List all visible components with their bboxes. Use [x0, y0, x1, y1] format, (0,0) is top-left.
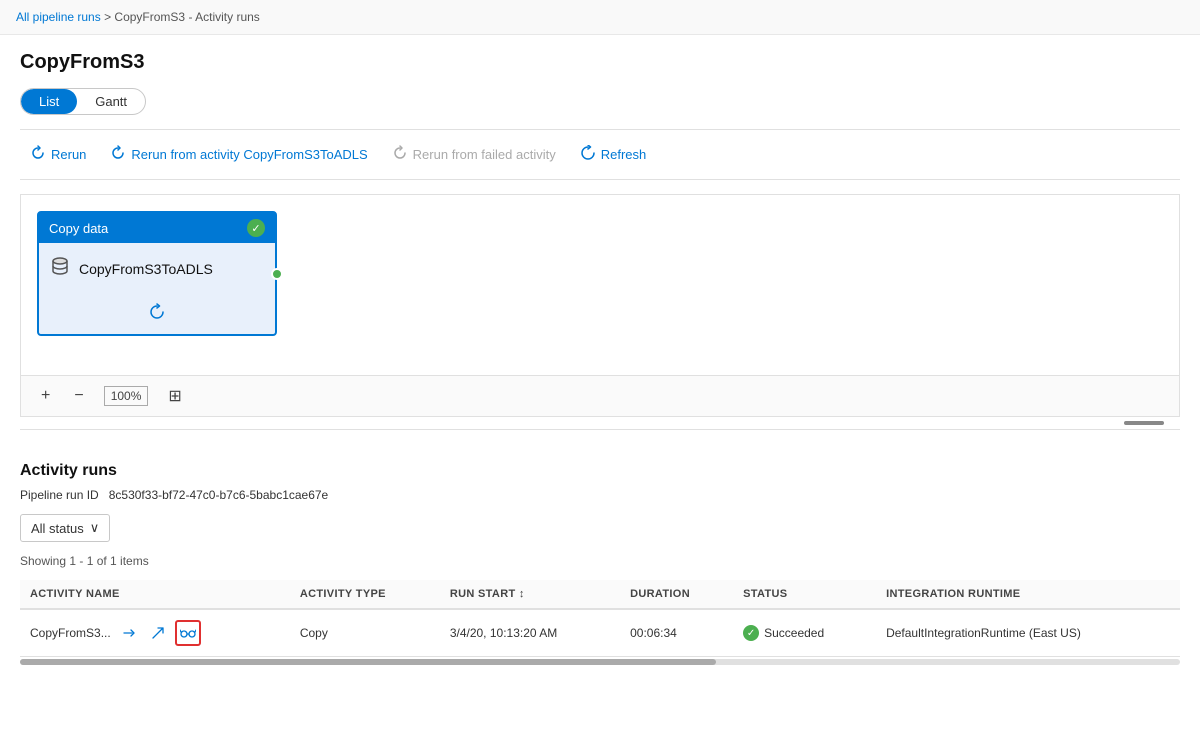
main-content: CopyFromS3 List Gantt Rerun Rerun from a: [0, 35, 1200, 446]
cell-status: ✓ Succeeded: [733, 609, 876, 657]
breadcrumb-separator: >: [104, 10, 111, 24]
table-row: CopyFromS3...: [20, 609, 1180, 657]
rerun-from-label: Rerun from activity CopyFromS3ToADLS: [131, 147, 367, 162]
rerun-from-button[interactable]: Rerun from activity CopyFromS3ToADLS: [100, 140, 377, 169]
fit-button[interactable]: ⊞: [164, 384, 185, 408]
breadcrumb-link[interactable]: All pipeline runs: [16, 10, 101, 24]
connector-dot: [271, 268, 283, 280]
rerun-label: Rerun: [51, 147, 86, 162]
cell-integration-runtime: DefaultIntegrationRuntime (East US): [876, 609, 1180, 657]
view-details-button[interactable]: [175, 620, 201, 646]
expand-button[interactable]: [115, 620, 141, 646]
rerun-icon: [30, 145, 46, 164]
open-button[interactable]: [145, 620, 171, 646]
rerun-from-icon: [110, 145, 126, 164]
rerun-failed-label: Rerun from failed activity: [413, 147, 556, 162]
row-actions: CopyFromS3...: [30, 620, 280, 646]
col-run-start: RUN START ↕: [440, 580, 620, 609]
zoom-100-button[interactable]: 100%: [104, 386, 149, 406]
canvas-inner: Copy data ✓ CopyFromS3ToADLS: [21, 195, 1179, 375]
cell-activity-name: CopyFromS3...: [20, 609, 290, 657]
pipeline-run-id-row: Pipeline run ID 8c530f33-bf72-47c0-b7c6-…: [20, 488, 1180, 502]
zoom-in-button[interactable]: +: [37, 385, 54, 407]
gantt-view-button[interactable]: Gantt: [77, 89, 145, 114]
status-success-icon: ✓: [743, 625, 759, 641]
collapse-handle[interactable]: [1124, 421, 1164, 425]
cell-duration: 00:06:34: [620, 609, 733, 657]
cell-run-start: 3/4/20, 10:13:20 AM: [440, 609, 620, 657]
col-activity-name: ACTIVITY NAME: [20, 580, 290, 609]
rerun-button[interactable]: Rerun: [20, 140, 96, 169]
showing-count: Showing 1 - 1 of 1 items: [20, 550, 1180, 572]
activity-node-body: CopyFromS3ToADLS: [39, 243, 275, 295]
activity-runs-table: ACTIVITY NAME ACTIVITY TYPE RUN START ↕ …: [20, 580, 1180, 657]
refresh-label: Refresh: [601, 147, 647, 162]
sort-icon[interactable]: ↕: [519, 588, 525, 600]
chevron-down-icon: ∨: [90, 520, 100, 536]
horizontal-scrollbar[interactable]: [20, 659, 1180, 665]
activity-name-label: CopyFromS3ToADLS: [79, 261, 213, 277]
pipeline-run-id-label: Pipeline run ID: [20, 488, 99, 502]
rerun-failed-icon: [392, 145, 408, 164]
col-duration: DURATION: [620, 580, 733, 609]
toolbar: Rerun Rerun from activity CopyFromS3ToAD…: [20, 129, 1180, 180]
cell-activity-type: Copy: [290, 609, 440, 657]
status-filter-dropdown[interactable]: All status ∨: [20, 514, 110, 542]
canvas-controls: + − 100% ⊞: [21, 375, 1179, 416]
scrollbar-thumb[interactable]: [20, 659, 716, 665]
pipeline-canvas[interactable]: Copy data ✓ CopyFromS3ToADLS: [20, 194, 1180, 417]
rerun-failed-button[interactable]: Rerun from failed activity: [382, 140, 566, 169]
refresh-button[interactable]: Refresh: [570, 140, 657, 169]
page-title: CopyFromS3: [20, 51, 1180, 74]
activity-runs-section: Activity runs Pipeline run ID 8c530f33-b…: [0, 446, 1200, 665]
col-status: STATUS: [733, 580, 876, 609]
table-scroll-area[interactable]: ACTIVITY NAME ACTIVITY TYPE RUN START ↕ …: [20, 580, 1180, 665]
col-activity-type: ACTIVITY TYPE: [290, 580, 440, 609]
list-view-button[interactable]: List: [21, 89, 77, 114]
table-header-row: ACTIVITY NAME ACTIVITY TYPE RUN START ↕ …: [20, 580, 1180, 609]
view-toggle: List Gantt: [20, 88, 146, 115]
status-text: Succeeded: [764, 626, 824, 640]
breadcrumb: All pipeline runs > CopyFromS3 - Activit…: [0, 0, 1200, 35]
status-filter-label: All status: [31, 521, 84, 536]
breadcrumb-current: CopyFromS3 - Activity runs: [114, 10, 259, 24]
refresh-icon: [580, 145, 596, 164]
database-icon: [49, 255, 71, 283]
zoom-out-button[interactable]: −: [70, 385, 87, 407]
pipeline-run-id-value: 8c530f33-bf72-47c0-b7c6-5babc1cae67e: [109, 488, 329, 502]
activity-node-header: Copy data ✓: [39, 213, 275, 243]
activity-sync-icon: [148, 303, 166, 326]
check-icon: ✓: [247, 219, 265, 237]
activity-node-footer: [39, 295, 275, 334]
activity-runs-title: Activity runs: [20, 462, 1180, 480]
activity-name-text: CopyFromS3...: [30, 626, 111, 640]
col-integration-runtime: INTEGRATION RUNTIME: [876, 580, 1180, 609]
collapse-bar: [20, 417, 1180, 430]
status-badge: ✓ Succeeded: [743, 625, 824, 641]
activity-type-label: Copy data: [49, 221, 108, 236]
activity-node[interactable]: Copy data ✓ CopyFromS3ToADLS: [37, 211, 277, 336]
